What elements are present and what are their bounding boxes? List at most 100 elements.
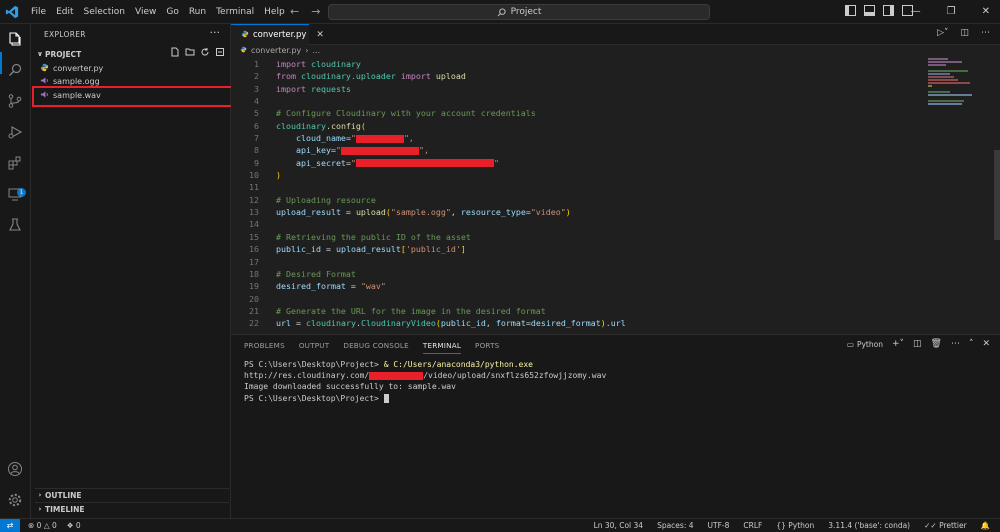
line-number: 2: [254, 71, 259, 82]
breadcrumb-file[interactable]: converter.py: [251, 46, 301, 55]
ports-status[interactable]: ❖ 0: [67, 519, 81, 532]
tab-debug-console[interactable]: DEBUG CONSOLE: [343, 341, 409, 354]
search-icon[interactable]: [6, 61, 24, 79]
breadcrumb-symbol[interactable]: ...: [312, 46, 320, 55]
terminal-selector[interactable]: ▭ Python: [847, 340, 883, 349]
settings-gear-icon[interactable]: [6, 491, 24, 509]
run-and-debug-icon[interactable]: [6, 123, 24, 141]
file-name: converter.py: [53, 64, 104, 73]
error-count: 0: [36, 521, 42, 530]
split-editor-icon[interactable]: ◫: [960, 28, 969, 38]
new-file-icon[interactable]: [169, 46, 180, 57]
split-terminal-icon[interactable]: ◫: [913, 339, 922, 349]
explorer-more-icon[interactable]: ···: [210, 26, 221, 39]
prettier-status[interactable]: ✓✓ Prettier: [924, 519, 967, 532]
close-tab-icon[interactable]: ✕: [316, 30, 324, 40]
language-label: Python: [788, 521, 815, 530]
new-folder-icon[interactable]: [184, 46, 195, 57]
collapse-all-icon[interactable]: [214, 46, 225, 57]
toggle-primary-sidebar-icon[interactable]: [845, 5, 856, 16]
menu-file[interactable]: File: [26, 0, 51, 24]
panel-actions: ▭ Python +˅ ◫ 🗑 ⋯ ˄ ✕: [847, 339, 990, 349]
code-line: url = cloudinary.CloudinaryVideo(public_…: [276, 317, 626, 329]
close-panel-icon[interactable]: ✕: [982, 339, 990, 349]
editor-scrollbar[interactable]: [994, 150, 1000, 240]
file-item-converter[interactable]: converter.py: [40, 62, 103, 75]
tab-converter-py[interactable]: converter.py ✕: [231, 24, 324, 45]
cursor-position[interactable]: Ln 30, Col 34: [594, 519, 643, 532]
menu-terminal[interactable]: Terminal: [211, 0, 259, 24]
end-of-line[interactable]: CRLF: [743, 519, 762, 532]
menu-view[interactable]: View: [130, 0, 161, 24]
python-file-icon: [40, 63, 49, 74]
menu-go[interactable]: Go: [161, 0, 183, 24]
minimap[interactable]: [928, 58, 988, 118]
activity-bar: 1: [0, 24, 31, 518]
testing-icon[interactable]: [6, 216, 24, 234]
toggle-secondary-sidebar-icon[interactable]: [883, 5, 894, 16]
ports-count: 0: [75, 521, 81, 530]
tab-problems[interactable]: PROBLEMS: [244, 341, 285, 354]
python-interpreter[interactable]: 3.11.4 ('base': conda): [828, 519, 910, 532]
code-token: desired_format: [276, 281, 346, 292]
code-token: ): [276, 170, 281, 181]
close-window-icon[interactable]: ✕: [982, 0, 990, 24]
menu-run[interactable]: Run: [184, 0, 211, 24]
kill-terminal-icon[interactable]: 🗑: [931, 339, 942, 349]
code-line: api_secret=" ": [276, 157, 626, 169]
outline-label: OUTLINE: [45, 490, 82, 500]
code-token: =: [345, 281, 361, 292]
panel-tab-list: PROBLEMS OUTPUT DEBUG CONSOLE TERMINAL P…: [244, 341, 499, 354]
line-number: 19: [249, 281, 259, 292]
tab-terminal[interactable]: TERMINAL: [422, 341, 462, 354]
explorer-icon[interactable]: [6, 30, 24, 48]
code-line: ): [276, 169, 626, 181]
code-token: desired_format: [530, 318, 601, 329]
notifications-bell-icon[interactable]: 🔔: [981, 519, 990, 532]
menu-selection[interactable]: Selection: [79, 0, 130, 24]
command-center[interactable]: Project: [328, 4, 710, 20]
menu-edit[interactable]: Edit: [51, 0, 78, 24]
more-actions-icon[interactable]: ⋯: [951, 339, 960, 349]
maximize-panel-icon[interactable]: ˄: [969, 339, 974, 349]
remote-indicator-icon[interactable]: ⇄: [0, 519, 20, 532]
window-controls: — ❐ ✕: [911, 0, 990, 24]
run-python-file-icon[interactable]: ▷˅: [937, 28, 948, 38]
menu-help[interactable]: Help: [259, 0, 290, 24]
project-folder-label: PROJECT: [45, 49, 82, 59]
language-mode[interactable]: {} Python: [776, 519, 814, 532]
code-token: url: [276, 318, 291, 329]
python-file-icon: [240, 46, 247, 55]
indentation[interactable]: Spaces: 4: [657, 519, 693, 532]
encoding[interactable]: UTF-8: [708, 519, 730, 532]
more-actions-icon[interactable]: ⋯: [981, 28, 990, 38]
terminal-line: PS C:\Users\Desktop\Project>: [244, 393, 606, 404]
code-editor[interactable]: 1 2 3 4 5 6 7 8 9 10 11 12 13 14 15 16 1…: [231, 58, 1000, 334]
tab-output[interactable]: OUTPUT: [299, 341, 330, 354]
extensions-icon[interactable]: [6, 154, 24, 172]
terminal-output[interactable]: PS C:\Users\Desktop\Project> & C:/Users/…: [244, 359, 606, 404]
refresh-icon[interactable]: [199, 46, 210, 57]
terminal-prompt: PS C:\Users\Desktop\Project>: [244, 393, 384, 403]
back-arrow-icon[interactable]: ←: [290, 0, 299, 24]
terminal-line: Image downloaded successfully to: sample…: [244, 381, 606, 392]
code-token: import: [276, 59, 306, 69]
problems-status[interactable]: ⊗ 0 △ 0: [28, 519, 57, 532]
new-terminal-icon[interactable]: +˅: [892, 339, 904, 349]
outline-section[interactable]: › OUTLINE: [35, 488, 229, 501]
toggle-panel-icon[interactable]: [864, 5, 875, 16]
code-token: api_key: [276, 145, 331, 156]
remote-explorer-icon[interactable]: [6, 185, 24, 203]
timeline-section[interactable]: › TIMELINE: [35, 502, 229, 515]
forward-arrow-icon[interactable]: →: [311, 0, 320, 24]
accounts-icon[interactable]: [6, 460, 24, 478]
code-token: upload: [355, 207, 386, 218]
code-token: ,: [450, 207, 461, 218]
code-line: # Generate the URL for the image in the …: [276, 305, 626, 317]
minimize-icon[interactable]: —: [911, 0, 921, 24]
tab-ports[interactable]: PORTS: [475, 341, 499, 354]
source-control-icon[interactable]: [6, 92, 24, 110]
code-token: "wav": [360, 281, 386, 292]
maximize-icon[interactable]: ❐: [947, 0, 956, 24]
